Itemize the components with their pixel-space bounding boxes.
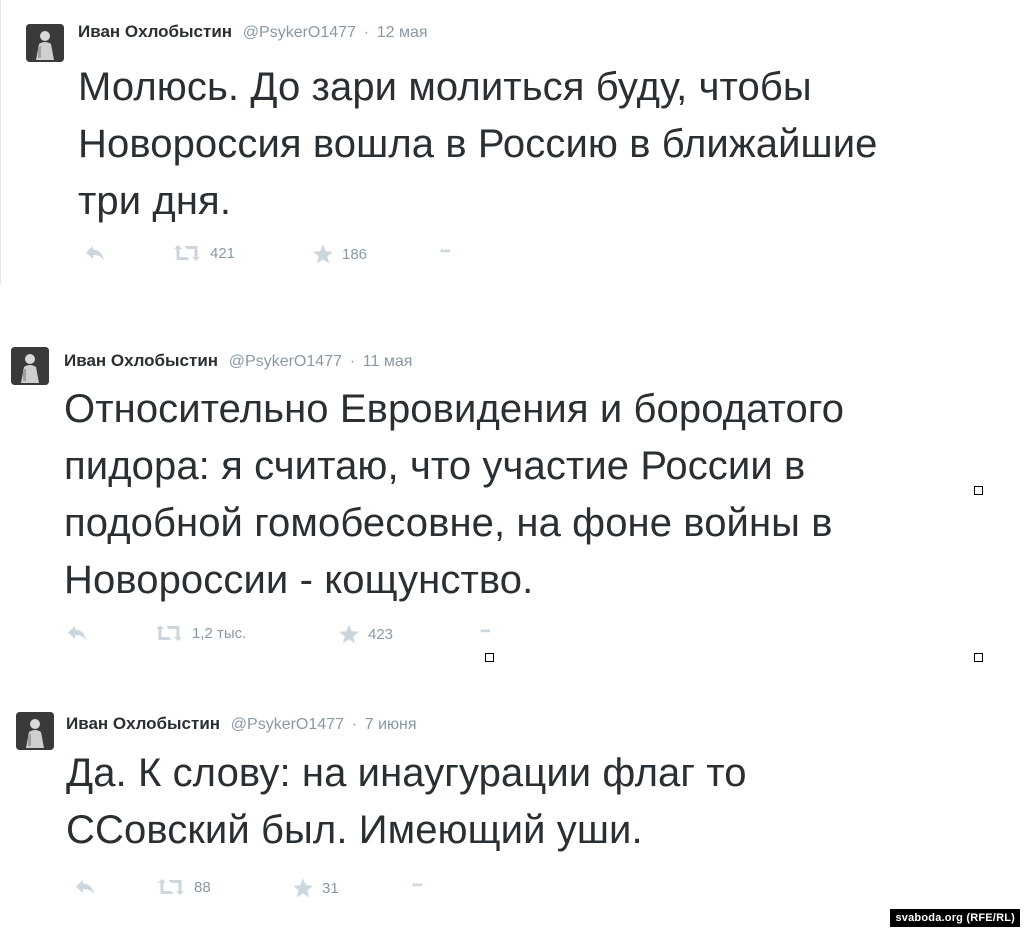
retweet-button[interactable]: 421	[172, 244, 235, 262]
avatar-image	[11, 347, 49, 385]
author-name[interactable]: Иван Охлобыстин	[78, 22, 232, 41]
star-icon	[293, 878, 313, 898]
favorite-button[interactable]: 31	[292, 878, 339, 898]
author-name[interactable]: Иван Охлобыстин	[66, 714, 220, 733]
favorite-button[interactable]: 186	[312, 244, 367, 264]
tweet-text-line: Молюсь. До зари молиться буду, чтобы	[78, 65, 812, 109]
reply-icon	[76, 880, 94, 894]
tweet-date[interactable]: 12 мая	[377, 24, 428, 41]
separator: ·	[351, 716, 358, 733]
tweet-header: Иван Охлобыстин @PsykerO1477 · 12 мая	[78, 22, 428, 42]
author-name[interactable]: Иван Охлобыстин	[64, 351, 218, 370]
reply-icon	[68, 626, 86, 640]
favorite-count: 186	[342, 245, 368, 263]
avatar[interactable]	[11, 347, 49, 385]
tweet-actions: 1,2 тыс. 423 •••	[66, 624, 526, 648]
tweet-text-line: Новороссия вошла в Россию в ближайшие	[78, 122, 878, 166]
retweet-icon	[156, 625, 182, 641]
watermark: svaboda.org (RFE/RL)	[890, 909, 1020, 927]
retweet-icon	[174, 245, 200, 261]
tweet-text-line: Относительно Евровидения и бородатого	[64, 387, 845, 431]
tweet-text-line: пидора: я считаю, что участие России в	[64, 444, 806, 488]
tweet-header: Иван Охлобыстин @PsykerO1477 · 7 июня	[66, 714, 417, 734]
star-icon	[313, 244, 333, 264]
separator: ·	[363, 24, 370, 41]
reply-button[interactable]	[84, 244, 106, 262]
more-button[interactable]: •••	[480, 624, 491, 638]
favorite-count: 423	[368, 625, 394, 643]
tweet-actions: 88 31 •••	[74, 878, 474, 902]
retweet-icon	[158, 879, 184, 895]
more-icon: •••	[480, 624, 491, 638]
tweet-text: Относительно Евровидения и бородатого пи…	[64, 381, 844, 609]
tweet-date[interactable]: 11 мая	[363, 353, 413, 370]
star-icon	[339, 624, 359, 644]
tweet-date[interactable]: 7 июня	[365, 716, 417, 733]
favorite-count: 31	[322, 879, 339, 897]
more-icon: •••	[440, 244, 451, 258]
retweet-button[interactable]: 88	[156, 878, 211, 896]
more-button[interactable]: •••	[412, 878, 423, 892]
tweet-text: Молюсь. До зари молиться буду, чтобы Нов…	[78, 59, 878, 230]
avatar-image	[26, 24, 64, 62]
tweet-text-line: Да. К слову: на инаугурации флаг то	[66, 751, 747, 795]
tweet-text-line: Новороссии - кощунство.	[64, 558, 534, 602]
reply-icon	[86, 246, 104, 260]
retweet-count: 88	[194, 878, 211, 896]
reply-button[interactable]	[74, 878, 96, 896]
avatar[interactable]	[26, 24, 64, 62]
left-edge-line	[0, 0, 1, 285]
tweet-text-line: подобной гомобесовне, на фоне войны в	[64, 501, 833, 545]
selection-handle[interactable]	[485, 653, 494, 662]
author-handle[interactable]: @PsykerO1477	[229, 353, 342, 370]
avatar[interactable]	[16, 712, 54, 750]
favorite-button[interactable]: 423	[338, 624, 393, 644]
avatar-image	[16, 712, 54, 750]
more-button[interactable]: •••	[440, 244, 451, 258]
tweet-text-line: ССовский был. Имеющий уши.	[66, 808, 643, 852]
retweet-count: 1,2 тыс.	[192, 624, 247, 642]
retweet-count: 421	[210, 244, 236, 262]
separator: ·	[349, 353, 356, 370]
retweet-button[interactable]: 1,2 тыс.	[154, 624, 246, 642]
tweet-header: Иван Охлобыстин @PsykerO1477 · 11 мая	[64, 351, 412, 371]
tweet-actions: 421 186 •••	[84, 244, 504, 268]
selection-handle[interactable]	[974, 653, 983, 662]
more-icon: •••	[412, 878, 423, 892]
reply-button[interactable]	[66, 624, 88, 642]
author-handle[interactable]: @PsykerO1477	[231, 716, 344, 733]
selection-handle[interactable]	[974, 486, 983, 495]
tweet-text-line: три дня.	[78, 179, 232, 223]
author-handle[interactable]: @PsykerO1477	[243, 24, 356, 41]
tweet-text: Да. К слову: на инаугурации флаг то ССов…	[66, 745, 747, 859]
